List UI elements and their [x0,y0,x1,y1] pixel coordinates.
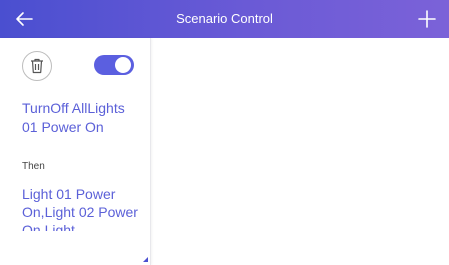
scenario-enable-toggle[interactable] [94,55,134,75]
app-header: Scenario Control [0,0,449,38]
delete-button[interactable] [22,51,52,81]
page-title: Scenario Control [176,11,273,26]
toggle-knob [115,57,131,73]
plus-icon [418,10,436,28]
add-scenario-button[interactable] [415,7,439,31]
then-label: Then [22,161,45,172]
content-area: TurnOff AllLights 01 Power On Then Light… [0,38,449,265]
scenario-card[interactable]: TurnOff AllLights 01 Power On Then Light… [0,38,151,265]
scenario-action-container: Light 01 Power On,Light 02 Power On Ligh… [22,185,146,231]
trash-icon [31,58,43,74]
resize-handle[interactable] [143,257,148,262]
scenario-action-text: Light 01 Power On,Light 02 Power On Ligh… [22,186,138,231]
scenario-condition-text: TurnOff AllLights 01 Power On [22,100,125,135]
